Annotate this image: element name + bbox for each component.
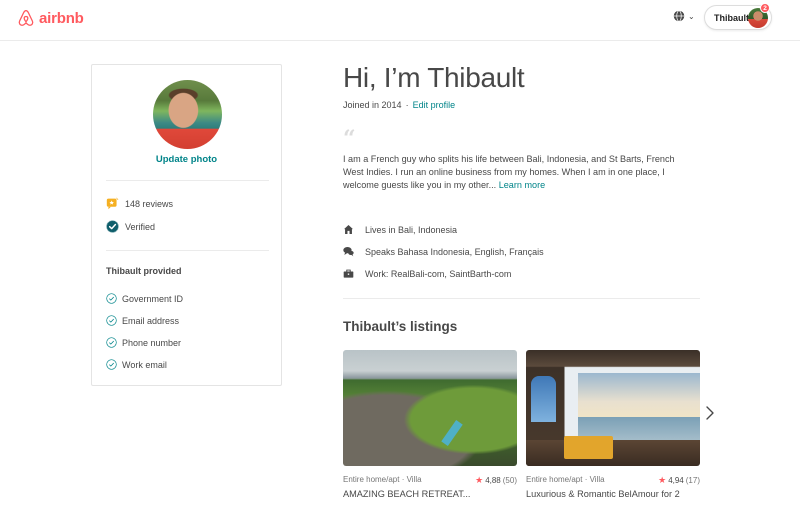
- listing-photo[interactable]: [343, 350, 517, 466]
- reviews-stat: 148 reviews: [106, 197, 173, 210]
- star-icon: ★: [658, 475, 667, 485]
- listing-type: Entire home/apt · Villa: [526, 475, 605, 484]
- rating-count: (17): [685, 476, 700, 485]
- photo-cushion: [564, 435, 613, 460]
- globe-icon: [673, 10, 685, 22]
- edit-profile-link[interactable]: Edit profile: [413, 100, 456, 110]
- listing-rating: ★ 4,88 (50): [475, 475, 517, 486]
- check-circle-icon: [106, 359, 117, 370]
- provided-item: Work email: [106, 359, 167, 370]
- chevron-right-icon[interactable]: [704, 404, 716, 422]
- listing-title[interactable]: AMAZING BEACH RETREAT...: [343, 489, 517, 499]
- profile-photo: [153, 80, 222, 149]
- user-name: Thibault: [714, 12, 749, 23]
- bio-text: I am a French guy who splits his life be…: [343, 153, 693, 192]
- provided-item-label: Phone number: [122, 337, 182, 348]
- airbnb-belo-icon: [18, 9, 34, 26]
- listing-photo[interactable]: [526, 350, 700, 466]
- listings-heading: Thibault’s listings: [343, 319, 458, 334]
- listing-card[interactable]: Entire home/apt · Villa ★ 4,88 (50) AMAZ…: [343, 350, 517, 499]
- page-title: Hi, I’m Thibault: [343, 62, 525, 93]
- briefcase-icon: [343, 269, 354, 278]
- info-location: Lives in Bali, Indonesia: [343, 224, 457, 235]
- photo-decor: [531, 375, 556, 422]
- info-location-text: Lives in Bali, Indonesia: [365, 224, 458, 235]
- provided-item: Email address: [106, 315, 179, 326]
- provided-item-label: Government ID: [122, 293, 184, 304]
- provided-item-label: Email address: [122, 315, 180, 326]
- rating-value: 4,94: [668, 476, 684, 485]
- verified-stat: Verified: [106, 220, 155, 233]
- review-star-badge-icon: [106, 197, 119, 210]
- brand-wordmark: airbnb: [39, 9, 84, 27]
- check-circle-icon: [106, 293, 117, 304]
- top-navigation-bar: airbnb ⌄ Thibault 2: [0, 0, 800, 41]
- provided-item: Government ID: [106, 293, 183, 304]
- card-divider: [106, 180, 269, 181]
- verified-badge-icon: [106, 220, 119, 233]
- user-menu-button[interactable]: Thibault 2: [704, 3, 772, 30]
- listing-type: Entire home/apt · Villa: [343, 475, 422, 484]
- info-languages: Speaks Bahasa Indonesia, English, França…: [343, 246, 544, 257]
- speech-bubbles-icon: [343, 247, 354, 257]
- star-icon: ★: [475, 475, 484, 485]
- separator-dot: ·: [405, 100, 409, 110]
- listing-rating: ★ 4,94 (17): [658, 475, 700, 486]
- joined-date: Joined in 2014: [343, 100, 402, 110]
- home-icon: [344, 225, 353, 234]
- section-divider: [343, 298, 700, 299]
- airbnb-logo[interactable]: airbnb: [17, 7, 84, 29]
- quote-icon: “: [343, 126, 356, 152]
- provided-title: Thibault provided: [106, 266, 182, 276]
- info-work-text: Work: RealBali-com, SaintBarth-com: [365, 268, 512, 279]
- check-circle-icon: [106, 315, 117, 326]
- info-languages-text: Speaks Bahasa Indonesia, English, França…: [365, 246, 544, 257]
- provided-item: Phone number: [106, 337, 181, 348]
- rating-count: (50): [502, 476, 517, 485]
- pool-shape: [441, 420, 463, 446]
- rating-value: 4,88: [485, 476, 501, 485]
- listing-title[interactable]: Luxurious & Romantic BelAmour for 2: [526, 489, 700, 499]
- notification-badge: 2: [760, 3, 770, 13]
- check-circle-icon: [106, 337, 117, 348]
- card-divider: [106, 250, 269, 251]
- chevron-down-icon: ⌄: [688, 11, 695, 21]
- listing-card[interactable]: Entire home/apt · Villa ★ 4,94 (17) Luxu…: [526, 350, 700, 499]
- joined-line: Joined in 2014 · Edit profile: [343, 100, 455, 110]
- info-work: Work: RealBali-com, SaintBarth-com: [343, 268, 511, 279]
- photo-floor: [526, 440, 700, 466]
- verified-label: Verified: [125, 221, 156, 232]
- listing-meta: Entire home/apt · Villa ★ 4,88 (50): [343, 475, 517, 486]
- language-selector[interactable]: ⌄: [673, 10, 695, 22]
- update-photo-link[interactable]: Update photo: [92, 154, 281, 165]
- learn-more-link[interactable]: Learn more: [499, 180, 546, 190]
- listing-meta: Entire home/apt · Villa ★ 4,94 (17): [526, 475, 700, 486]
- reviews-count: 148 reviews: [125, 198, 174, 209]
- provided-item-label: Work email: [122, 359, 167, 370]
- profile-card: Update photo 148 reviews Verified Thibau…: [91, 64, 282, 386]
